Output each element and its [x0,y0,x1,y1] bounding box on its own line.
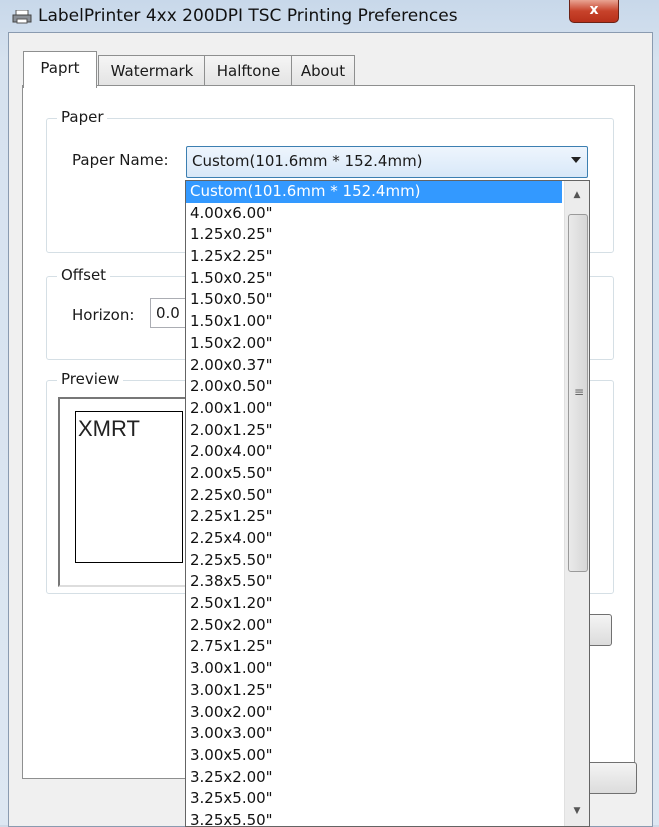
dropdown-item[interactable]: 2.00x4.00" [186,441,562,463]
dropdown-item[interactable]: 2.00x0.37" [186,355,562,377]
dropdown-item[interactable]: 4.00x6.00" [186,203,562,225]
dropdown-item[interactable]: 2.50x1.20" [186,593,562,615]
dropdown-item[interactable]: 2.25x5.50" [186,550,562,572]
preview-text: XMRT [78,416,140,441]
dropdown-items: Custom(101.6mm * 152.4mm) 4.00x6.00" 1.25x… [186,181,562,826]
close-button[interactable]: x [569,0,619,23]
preview-frame: XMRT [58,397,202,587]
printing-preferences-window: LabelPrinter 4xx 200DPI TSC Printing Pre… [0,0,659,827]
preview-paper: XMRT [75,411,183,563]
paper-name-dropdown-list[interactable]: Custom(101.6mm * 152.4mm) 4.00x6.00" 1.25x… [185,180,590,827]
horizon-label: Horizon: [72,306,135,324]
dropdown-item[interactable]: 3.00x2.00" [186,702,562,724]
tab-paprt[interactable]: Paprt [23,51,97,88]
dropdown-item[interactable]: 3.00x3.00" [186,723,562,745]
scroll-down-arrow-icon[interactable]: ▼ [567,801,587,821]
dropdown-item[interactable]: 3.00x1.00" [186,658,562,680]
dropdown-item[interactable]: 2.25x1.25" [186,506,562,528]
dropdown-item[interactable]: 1.50x0.50" [186,289,562,311]
dropdown-item[interactable]: 2.50x2.00" [186,615,562,637]
dropdown-item[interactable]: 2.00x1.00" [186,398,562,420]
dropdown-item[interactable]: 2.00x1.25" [186,420,562,442]
scrollbar-thumb[interactable]: ≡ [568,214,588,572]
dropdown-item[interactable]: 3.25x2.00" [186,767,562,789]
dropdown-item[interactable]: 2.00x0.50" [186,376,562,398]
tab-watermark[interactable]: Watermark [98,55,206,86]
preview-group-title: Preview [57,370,124,388]
dropdown-item[interactable]: 1.25x0.25" [186,224,562,246]
dropdown-item[interactable]: 1.25x2.25" [186,246,562,268]
chevron-down-icon [571,157,581,163]
paper-group-title: Paper [57,108,108,126]
dropdown-item[interactable]: 1.50x2.00" [186,333,562,355]
dropdown-item[interactable]: 3.25x5.00" [186,788,562,810]
dropdown-item[interactable]: 2.25x4.00" [186,528,562,550]
paper-name-value: Custom(101.6mm * 152.4mm) [192,152,423,170]
dropdown-item[interactable]: 3.00x5.00" [186,745,562,767]
tab-halftone[interactable]: Halftone [204,55,293,86]
dropdown-item[interactable]: 1.50x0.25" [186,268,562,290]
printer-icon [12,9,32,24]
dropdown-item[interactable]: Custom(101.6mm * 152.4mm) [186,181,562,203]
dropdown-item[interactable]: 2.38x5.50" [186,571,562,593]
dropdown-item[interactable]: 2.00x5.50" [186,463,562,485]
scroll-up-arrow-icon[interactable]: ▲ [567,185,587,205]
dropdown-item[interactable]: 2.25x0.50" [186,485,562,507]
paper-name-label: Paper Name: [72,151,169,169]
dropdown-scrollbar[interactable]: ▲ ≡ ▼ [564,181,589,826]
window-title: LabelPrinter 4xx 200DPI TSC Printing Pre… [38,6,458,26]
dropdown-item[interactable]: 3.25x5.50" [186,810,562,826]
dropdown-item[interactable]: 3.00x1.25" [186,680,562,702]
offset-group-title: Offset [57,266,111,284]
grip-icon: ≡ [574,385,585,399]
paper-name-combobox[interactable]: Custom(101.6mm * 152.4mm) [186,146,588,178]
dropdown-item[interactable]: 2.75x1.25" [186,636,562,658]
tab-about[interactable]: About [291,55,355,86]
title-bar[interactable]: LabelPrinter 4xx 200DPI TSC Printing Pre… [0,0,659,34]
dropdown-item[interactable]: 1.50x1.00" [186,311,562,333]
close-icon: x [589,2,599,18]
